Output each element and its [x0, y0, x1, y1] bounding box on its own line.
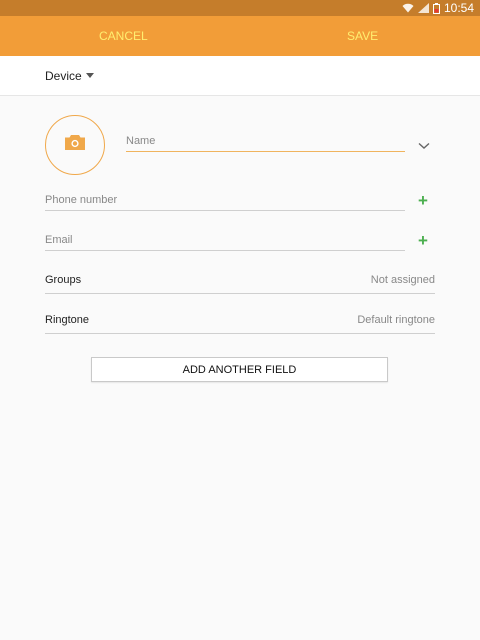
dropdown-arrow-icon [86, 73, 94, 78]
status-time: 10:54 [443, 1, 474, 15]
groups-value: Not assigned [370, 274, 435, 286]
add-email-plus-icon[interactable]: + [418, 232, 428, 249]
email-input[interactable]: Email [45, 234, 73, 246]
camera-icon [64, 134, 86, 156]
add-phone-plus-icon[interactable]: + [418, 192, 428, 209]
storage-selector[interactable]: Device [0, 56, 480, 96]
groups-row[interactable]: Groups Not assigned [45, 268, 435, 294]
groups-divider [45, 293, 435, 294]
battery-icon [432, 2, 440, 14]
add-another-field-button[interactable]: ADD ANOTHER FIELD [91, 357, 388, 382]
name-underline [126, 151, 405, 152]
contact-photo-button[interactable] [45, 115, 105, 175]
storage-label: Device [45, 69, 82, 83]
email-underline [45, 250, 405, 251]
ringtone-row[interactable]: Ringtone Default ringtone [45, 308, 435, 334]
signal-icon [417, 3, 429, 13]
status-bar: 10:54 [0, 0, 480, 16]
groups-label: Groups [45, 274, 82, 286]
wifi-icon [402, 3, 414, 13]
cancel-button[interactable]: CANCEL [99, 16, 148, 56]
save-button[interactable]: SAVE [347, 16, 378, 56]
name-input[interactable]: Name [126, 135, 155, 147]
ringtone-label: Ringtone [45, 314, 90, 326]
ringtone-value: Default ringtone [357, 314, 435, 326]
phone-number-input[interactable]: Phone number [45, 194, 117, 206]
ringtone-divider [45, 333, 435, 334]
chevron-down-icon[interactable] [418, 137, 430, 155]
phone-underline [45, 210, 405, 211]
action-bar: CANCEL SAVE [0, 16, 480, 56]
